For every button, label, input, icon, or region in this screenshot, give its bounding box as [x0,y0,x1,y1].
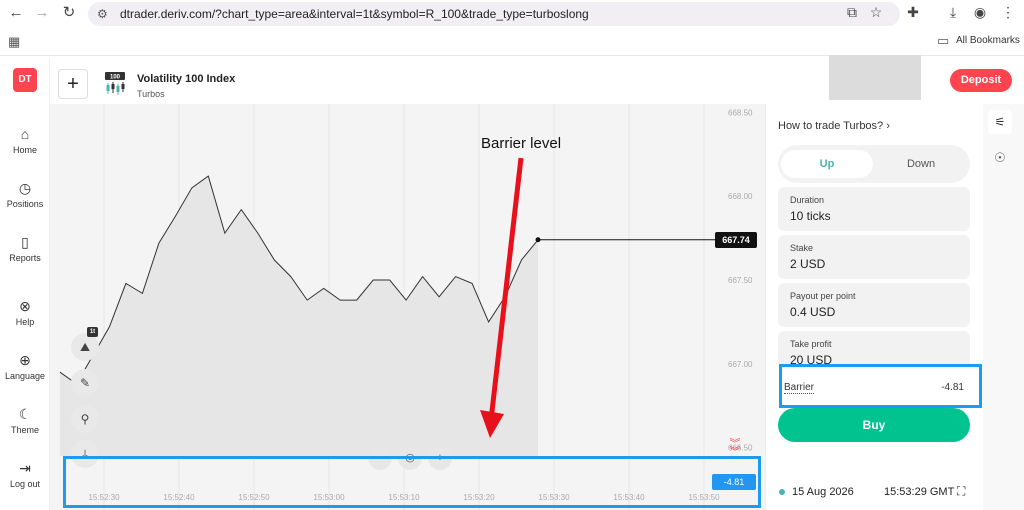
down-button[interactable]: Down [875,150,967,178]
duration-value: 10 ticks [790,209,831,223]
buy-button[interactable]: Buy [778,408,970,442]
how-to-trade-label: How to trade Turbos? [778,120,884,132]
stake-label: Stake [790,243,814,253]
install-app-icon[interactable]: ⧉ [842,4,862,21]
sidebar-item-label: Home [12,145,37,155]
payout-per-point-field[interactable]: Payout per point 0.4 USD [778,283,970,327]
forward-arrow-icon[interactable]: → [32,3,52,23]
y-tick-label: 668.50 [728,108,753,117]
compass-icon: ⚲ [80,412,90,426]
status-date: 15 Aug 2026 [792,486,854,498]
redacted-area [829,55,921,100]
extensions-icon[interactable]: ✚ [903,4,923,21]
logout-icon: ⇥ [19,460,31,476]
candlestick-icon: 100 [105,72,125,95]
app-sidebar: DT ⌂ Home ◷ Positions ▯ Reports ⊗ Help ⊕… [0,57,50,510]
y-tick-label: 668.00 [728,192,753,201]
chart-type-button[interactable]: ⛰ [71,333,99,361]
url-text[interactable]: dtrader.deriv.com/?chart_type=area&inter… [120,7,589,21]
sidebar-item-label: Reports [9,253,41,263]
sliders-icon: ⚟ [994,115,1006,129]
current-price-tag: 667.74 [715,231,757,248]
sidebar-item-theme[interactable]: ☾ Theme [0,405,50,435]
robot-icon: ☉ [994,150,1006,165]
browser-chrome: ← → ↻ ⚙ dtrader.deriv.com/?chart_type=ar… [0,0,1024,56]
add-market-button[interactable]: + [58,69,88,99]
area-chart-icon: ⛰ [79,340,91,354]
sidebar-item-label: Theme [10,425,39,435]
sidebar-item-logout[interactable]: ⇥ Log out [0,459,50,489]
all-bookmarks-link[interactable]: All Bookmarks [956,35,1020,46]
sidebar-item-language[interactable]: ⊕ Language [0,351,50,381]
stake-value: 2 USD [790,257,826,271]
market-type: Turbos [137,89,165,99]
address-bar[interactable]: ⚙ dtrader.deriv.com/?chart_type=area&int… [88,2,900,26]
interval-badge: 1t [87,327,98,337]
take-profit-label: Take profit [790,339,832,349]
how-to-trade-link[interactable]: How to trade Turbos? › [778,120,890,132]
moon-icon: ☾ [18,406,32,422]
barrier-highlight-box [63,456,761,508]
lifebuoy-icon: ⊗ [19,298,31,314]
y-tick-label: 667.50 [728,276,753,285]
apps-grid-icon[interactable]: ▦ [8,34,20,50]
trade-params-button[interactable]: ⚟ [988,110,1012,134]
dtrader-logo[interactable]: DT [13,68,37,92]
pencil-icon: ✎ [79,376,91,390]
sidebar-item-home[interactable]: ⌂ Home [0,125,50,155]
scroll-down-chevrons-icon[interactable]: ︾ ︾ [727,439,743,458]
connection-status-dot [779,489,785,495]
reload-icon[interactable]: ↻ [59,3,79,23]
home-icon: ⌂ [20,126,30,142]
globe-icon: ⊕ [19,352,31,368]
price-area-fill [60,176,538,456]
annotation-label: Barrier level [481,135,562,152]
sidebar-item-label: Log out [9,479,41,489]
sidebar-item-label: Positions [6,199,44,209]
barrier-value: -4.81 [941,382,964,393]
barrier-label[interactable]: Barrier [784,382,815,394]
download-icon[interactable]: ⤓ [943,4,963,21]
y-tick-label: 667.00 [728,360,753,369]
browser-menu-icon[interactable]: ⋮ [998,4,1018,21]
market-badge: 100 [110,75,121,81]
bookmark-star-icon[interactable]: ☆ [866,4,886,21]
folder-icon[interactable]: ▭ [937,33,949,49]
payout-label: Payout per point [790,291,856,301]
bookmarks-bar: ▦ ▭ All Bookmarks [0,28,1024,54]
status-time: 15:53:29 GMT [884,486,955,498]
duration-label: Duration [790,195,825,205]
duration-field[interactable]: Duration 10 ticks [778,187,970,231]
take-profit-field[interactable]: Take profit 20 USD [778,331,970,367]
deposit-button[interactable]: Deposit [950,69,1012,92]
market-selector[interactable]: 100 Volatility 100 Index Turbos [95,66,293,104]
sidebar-item-positions[interactable]: ◷ Positions [0,179,50,209]
sidebar-item-reports[interactable]: ▯ Reports [0,233,50,263]
site-settings-icon[interactable]: ⚙ [97,7,108,21]
drawing-tools-button[interactable]: ✎ [71,369,99,397]
profile-avatar-icon[interactable]: ◉ [970,4,990,21]
market-name: Volatility 100 Index [137,73,236,85]
indicators-button[interactable]: ⚲ [71,405,99,433]
sidebar-item-label: Language [4,371,46,381]
y-axis-ticks: 668.50668.00667.50667.00666.50 [728,108,753,452]
current-price-dot [535,237,541,243]
payout-value: 0.4 USD [790,305,836,319]
sidebar-item-label: Help [15,317,35,327]
bot-button[interactable]: ☉ [988,146,1012,170]
fullscreen-icon[interactable]: ⛶ [957,484,965,499]
back-arrow-icon[interactable]: ← [6,3,26,23]
clock-icon: ◷ [18,180,32,196]
barrier-info-row: Barrier -4.81 [784,380,964,398]
document-icon: ▯ [21,234,29,250]
sidebar-item-help[interactable]: ⊗ Help [0,297,50,327]
stake-field[interactable]: Stake 2 USD [778,235,970,279]
up-button[interactable]: Up [781,150,873,178]
chevron-right-icon: › [886,120,890,132]
